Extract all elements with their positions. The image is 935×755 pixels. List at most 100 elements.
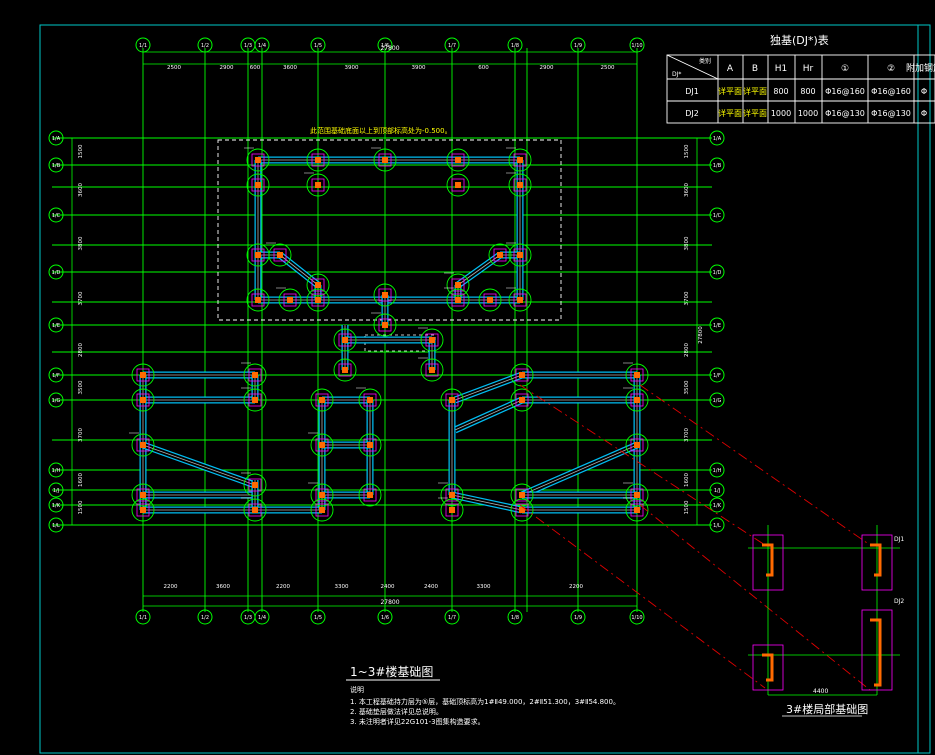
axis-label: 1/4: [258, 43, 266, 49]
axis-bubble-right: 1/H: [709, 462, 725, 478]
axis-bubble-bottom: 1/8: [507, 609, 523, 625]
dim-bottom: 2200: [164, 584, 178, 590]
notes-block: 1~3#楼基础图 说明 1. 本工程基础持力层为⑤层，基础顶标高为1#Ⅱ49.0…: [346, 664, 620, 726]
dim-bottom: 2400: [381, 584, 395, 590]
dim-top: 2900: [220, 65, 234, 71]
table-cell: 详平面: [743, 86, 767, 96]
table-cell: DJ2: [685, 109, 699, 118]
dim-right: 2800: [684, 343, 690, 357]
axis-bubble-right: 1/K: [709, 497, 725, 513]
axis-label: 1/2: [201, 615, 209, 621]
dim-top: 3900: [345, 65, 359, 71]
axis-label: 1/7: [448, 615, 456, 621]
axis-bubble-bottom: 1/6: [377, 609, 393, 625]
dim-right: 1500: [684, 144, 690, 158]
axis-label: 1/6: [381, 615, 389, 621]
table-cell: 详平面: [743, 108, 767, 118]
table-cell: Φ16@130: [871, 109, 911, 118]
axis-bubble-right: 1/A: [709, 130, 725, 146]
axis-label: 1/K: [52, 503, 61, 509]
axis-bubble-bottom: 1/1: [135, 609, 151, 625]
axis-label: 1/B: [713, 163, 722, 169]
dim-right: 1500: [684, 500, 690, 514]
axis-bubble-right: 1/J: [709, 482, 725, 498]
dim-top: 2500: [167, 65, 181, 71]
table-cell: DJ1: [685, 87, 699, 96]
axis-bubble-bottom: 1/4: [254, 609, 270, 625]
dim-bottom: 3300: [477, 584, 491, 590]
table-cell: Φ: [921, 109, 927, 118]
axis-label: 1/J: [53, 488, 59, 494]
table-header-cell: 附加钢筋: [906, 62, 935, 74]
table-cell: Φ16@160: [825, 87, 865, 96]
dim-top: 600: [250, 65, 261, 71]
dim-left: 2800: [78, 343, 84, 357]
notes-label: 说明: [350, 685, 364, 694]
dim-bottom: 3300: [335, 584, 349, 590]
detail-leaders: [519, 384, 871, 691]
axis-label: 1/9: [574, 43, 582, 49]
table-cell: Φ: [921, 87, 927, 96]
axis-label: 1/E: [713, 323, 721, 329]
axis-label: 1/C: [52, 213, 61, 219]
dim-total-top: 27800: [380, 45, 399, 52]
table-cell: 1000: [798, 109, 818, 118]
local-detail: 4400 DJ1 DJ2 3#楼局部基础图: [748, 525, 904, 717]
axis-label: 1/J: [714, 488, 720, 494]
axis-label: 1/3: [244, 43, 252, 49]
axis-label: 1/4: [258, 615, 266, 621]
axis-label: 1/H: [52, 468, 61, 474]
table-header-cell: H1: [775, 64, 788, 74]
note-line-3: 3. 未注明者详见22G101-3图集构造要求。: [350, 717, 485, 726]
table-corner-bottom: DJ*: [672, 71, 681, 78]
axis-label: 1/F: [713, 373, 721, 379]
dim-left: 3500: [78, 380, 84, 394]
dim-top: 600: [478, 65, 489, 71]
axis-bubble-bottom: 1/2: [197, 609, 213, 625]
axis-label: 1/D: [52, 270, 61, 276]
axis-label: 1/L: [52, 523, 60, 529]
axis-label: 1/10: [631, 615, 642, 621]
lowered-area-boundary: [217, 139, 562, 321]
dim-total-right: 27800: [698, 326, 704, 344]
axis-bubble-bottom: 1/9: [570, 609, 586, 625]
axis-bubble-bottom: 1/5: [310, 609, 326, 625]
table-header-cell: Hr: [803, 64, 814, 74]
detail-title: 3#楼局部基础图: [786, 702, 868, 716]
table-title: 独基(DJ*)表: [770, 33, 829, 47]
axis-label: 1/1: [139, 43, 147, 49]
dim-left: 1600: [78, 473, 84, 487]
footing-pad: [446, 173, 470, 197]
dim-right: 1600: [684, 473, 690, 487]
axis-label: 1/G: [52, 398, 61, 404]
table-header-cell: B: [752, 64, 758, 74]
axis-bubble-right: 1/F: [709, 367, 725, 383]
dim-bottom: 2400: [424, 584, 438, 590]
table-cell: 800: [773, 87, 788, 96]
dim-right: 3700: [684, 428, 690, 442]
detail-dim-bottom: 4400: [813, 688, 828, 695]
dashed-area-note: 此范围基础底面以上到顶部标高处为-0.500。: [310, 126, 452, 135]
detail-tag-2: DJ2: [894, 598, 904, 605]
axis-label: 1/G: [713, 398, 722, 404]
dim-bottom: 2200: [276, 584, 290, 590]
dim-left: 3800: [78, 236, 84, 250]
axis-bubble-bottom: 1/3: [240, 609, 256, 625]
dim-total-bottom: 27800: [380, 599, 399, 606]
table-corner-top: 类别: [699, 57, 711, 65]
axis-label: 1/B: [52, 163, 61, 169]
dim-left: 3700: [78, 291, 84, 305]
cad-drawing: 1/11/11/21/21/31/31/41/41/51/51/61/61/71…: [39, 24, 935, 754]
dim-bottom: 3600: [216, 584, 230, 590]
axis-label: 1/K: [713, 503, 722, 509]
axis-label: 1/5: [314, 615, 322, 621]
axis-label: 1/2: [201, 43, 209, 49]
footing-table: 独基(DJ*)表 类别 DJ* ABH1Hr①②附加钢筋 DJ1详平面详平面80…: [666, 33, 935, 124]
axis-bubble-bottom: 1/10: [629, 609, 645, 625]
axis-label: 1/1: [139, 615, 147, 621]
axis-label: 1/A: [52, 136, 61, 142]
table-cell: 1000: [771, 109, 791, 118]
table-header-cell: ②: [887, 64, 895, 74]
axis-label: 1/A: [713, 136, 722, 142]
plan-title: 1~3#楼基础图: [350, 664, 433, 679]
